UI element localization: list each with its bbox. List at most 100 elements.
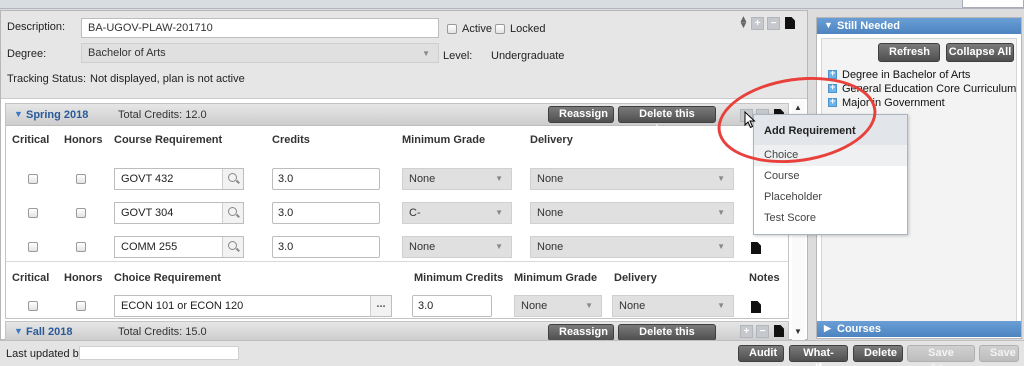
courses-header[interactable]: ▶ Courses — [817, 321, 1021, 337]
term-spring: ▼ Spring 2018 Total Credits: 12.0 Reassi… — [5, 103, 789, 319]
refresh-button[interactable]: Refresh — [878, 43, 940, 62]
min-grade-select[interactable]: None ▼ — [402, 168, 512, 190]
plan-header: Description: BA-UGOV-PLAW-201710 Active … — [1, 11, 807, 99]
col-delivery: Delivery — [614, 272, 657, 284]
credits-input[interactable]: 3.0 — [272, 202, 380, 224]
search-icon[interactable] — [222, 169, 243, 189]
footer-bar: Last updated by: Audit What-If Delete Sa… — [0, 340, 1024, 366]
active-checkbox[interactable] — [447, 24, 457, 34]
locked-checkbox[interactable] — [495, 24, 505, 34]
critical-checkbox[interactable] — [28, 301, 38, 311]
add-icon[interactable]: + — [740, 325, 753, 338]
delivery-select[interactable]: None ▼ — [530, 168, 734, 190]
chevron-down-icon: ▼ — [717, 174, 725, 183]
honors-checkbox[interactable] — [76, 242, 86, 252]
min-grade-select[interactable]: None ▼ — [402, 236, 512, 258]
delivery-select[interactable]: None ▼ — [530, 236, 734, 258]
honors-checkbox[interactable] — [76, 208, 86, 218]
chevron-down-icon: ▼ — [422, 49, 430, 58]
description-input[interactable]: BA-UGOV-PLAW-201710 — [81, 18, 439, 38]
honors-checkbox[interactable] — [76, 174, 86, 184]
chevron-down-icon: ▼ — [495, 242, 503, 251]
plan-editor: Description: BA-UGOV-PLAW-201710 Active … — [0, 10, 808, 353]
term-name: Fall 2018 — [26, 326, 73, 338]
still-needed-header[interactable]: ▼ Still Needed — [817, 18, 1021, 34]
col-course-requirement: Course Requirement — [114, 134, 223, 146]
delete-term-button[interactable]: Delete this term — [618, 106, 716, 135]
remove-icon[interactable]: − — [756, 325, 769, 338]
audit-button[interactable]: Audit — [738, 345, 784, 362]
tracking-status-value: Not displayed, plan is not active — [90, 73, 245, 85]
reassign-button[interactable]: Reassign — [548, 324, 614, 341]
min-credits-input[interactable]: 3.0 — [412, 295, 492, 317]
term-fall: ▼ Fall 2018 Total Credits: 15.0 Reassign… — [5, 321, 789, 353]
triangle-right-icon: ▶ — [824, 323, 831, 333]
what-if-button[interactable]: What-If — [789, 345, 848, 366]
chevron-down-icon: ▼ — [717, 301, 725, 310]
course-input[interactable]: GOVT 432 — [114, 168, 244, 190]
course-value: GOVT 304 — [121, 207, 174, 219]
panel-title: Still Needed — [837, 20, 900, 32]
delivery-select[interactable]: None ▼ — [530, 202, 734, 224]
min-grade-value: C- — [409, 207, 421, 219]
honors-checkbox[interactable] — [76, 301, 86, 311]
more-options-button[interactable]: ... — [370, 296, 391, 316]
critical-checkbox[interactable] — [28, 208, 38, 218]
delete-plan-button[interactable]: Delete — [853, 345, 903, 362]
tracking-status-label: Tracking Status: — [7, 73, 87, 85]
min-credits-value: 3.0 — [418, 300, 434, 312]
last-updated-label: Last updated by: — [6, 348, 88, 360]
min-grade-select[interactable]: None ▼ — [514, 295, 602, 317]
notes-icon[interactable] — [785, 17, 795, 29]
active-label: Active — [462, 23, 492, 35]
critical-checkbox[interactable] — [28, 242, 38, 252]
degree-select[interactable]: Bachelor of Arts ▼ — [81, 43, 439, 63]
top-button-fragment[interactable] — [962, 0, 1024, 8]
description-value: BA-UGOV-PLAW-201710 — [88, 22, 213, 34]
list-item[interactable]: Degree in Bachelor of Arts — [828, 68, 971, 81]
course-input[interactable]: COMM 255 — [114, 236, 244, 258]
search-icon[interactable] — [222, 203, 243, 223]
course-input[interactable]: GOVT 304 — [114, 202, 244, 224]
triangle-down-icon[interactable]: ▼ — [14, 109, 23, 119]
reassign-button[interactable]: Reassign — [548, 106, 614, 123]
course-value: GOVT 432 — [121, 173, 174, 185]
level-label: Level: — [443, 50, 473, 62]
collapse-all-button[interactable]: Collapse All — [946, 43, 1014, 62]
min-grade-select[interactable]: C- ▼ — [402, 202, 512, 224]
degree-value: Bachelor of Arts — [88, 47, 166, 59]
search-icon[interactable] — [222, 237, 243, 257]
chevron-down-icon: ▼ — [495, 208, 503, 217]
top-strip — [0, 0, 1024, 9]
mouse-cursor-icon — [744, 111, 756, 129]
menu-item-course[interactable]: Course — [754, 166, 907, 187]
list-item-label: Degree in Bachelor of Arts — [842, 69, 971, 81]
save-as-button[interactable]: Save As... — [907, 345, 975, 366]
triangle-down-icon[interactable]: ▼ — [14, 326, 23, 336]
choice-input[interactable]: ECON 101 or ECON 120... — [114, 295, 392, 317]
menu-item-placeholder[interactable]: Placeholder — [754, 187, 907, 208]
notes-icon[interactable] — [751, 301, 761, 313]
menu-item-test-score[interactable]: Test Score — [754, 208, 907, 229]
credits-value: 3.0 — [278, 173, 294, 185]
notes-icon[interactable] — [751, 242, 761, 254]
level-value: Undergraduate — [491, 50, 565, 62]
notes-icon[interactable] — [774, 325, 784, 337]
min-grade-value: None — [409, 241, 436, 253]
critical-checkbox[interactable] — [28, 174, 38, 184]
save-button[interactable]: Save — [979, 345, 1019, 362]
add-icon[interactable]: + — [751, 17, 764, 30]
min-grade-value: None — [521, 300, 548, 312]
last-updated-value — [79, 346, 239, 360]
delete-term-button[interactable]: Delete this term — [618, 324, 716, 353]
panel-title: Courses — [837, 323, 882, 335]
choice-value: ECON 101 or ECON 120 — [121, 300, 244, 312]
credits-input[interactable]: 3.0 — [272, 168, 380, 190]
remove-icon[interactable]: − — [767, 17, 780, 30]
credits-input[interactable]: 3.0 — [272, 236, 380, 258]
move-up-down-icon[interactable]: ▲ ▼ — [737, 15, 750, 31]
col-honors: Honors — [64, 134, 103, 146]
col-minimum-credits: Minimum Credits — [414, 272, 504, 284]
scroll-down-icon[interactable]: ▼ — [794, 327, 802, 336]
delivery-select[interactable]: None ▼ — [612, 295, 734, 317]
